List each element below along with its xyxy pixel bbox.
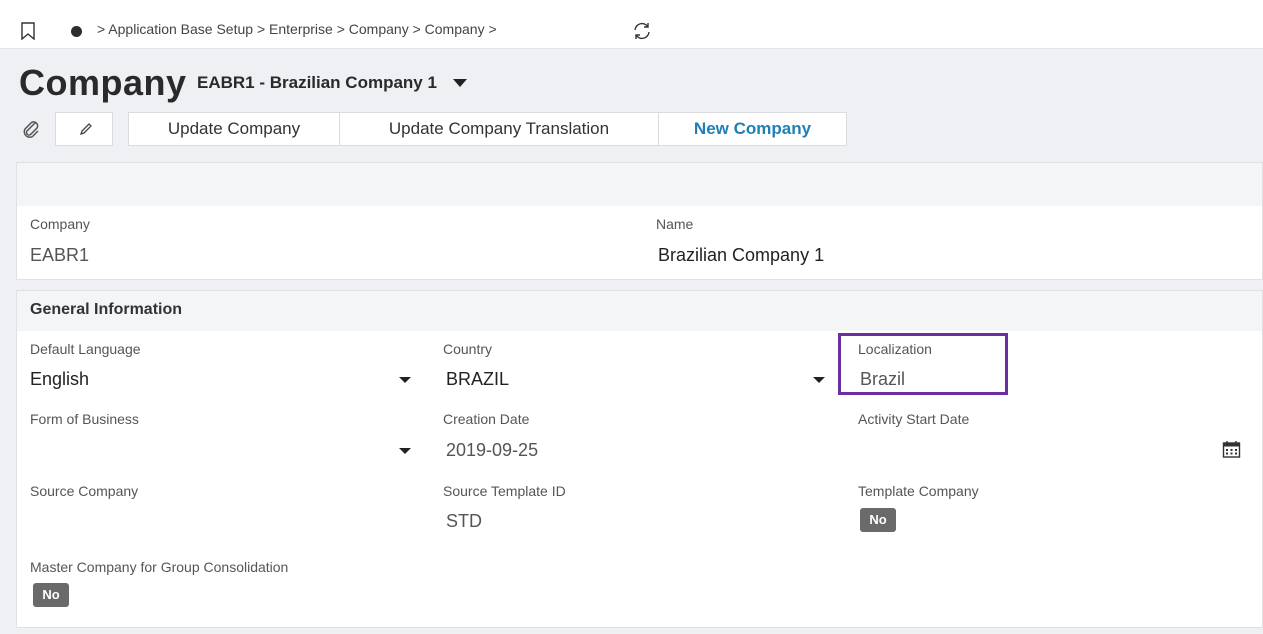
default-language-label: Default Language xyxy=(30,341,141,357)
creation-date-label: Creation Date xyxy=(443,411,530,427)
country-label: Country xyxy=(443,341,493,357)
chevron-down-icon[interactable] xyxy=(399,377,411,383)
refresh-icon[interactable] xyxy=(631,21,653,41)
country-select[interactable]: BRAZIL xyxy=(446,369,509,390)
name-value: Brazilian Company 1 xyxy=(658,245,825,265)
page-title: Company xyxy=(19,62,187,103)
breadcrumb[interactable]: > Application Base Setup > Enterprise > … xyxy=(97,21,497,37)
default-language-select[interactable]: English xyxy=(30,369,89,390)
bookmark-icon[interactable] xyxy=(20,22,36,40)
new-company-button[interactable]: New Company xyxy=(659,113,846,145)
pencil-icon xyxy=(79,123,92,136)
source-template-id-label: Source Template ID xyxy=(443,483,566,499)
localization-highlight xyxy=(838,333,1008,395)
name-label: Name xyxy=(656,216,694,232)
section-title: General Information xyxy=(30,301,183,318)
form-of-business-label: Form of Business xyxy=(30,411,139,427)
creation-date-value: 2019-09-25 xyxy=(446,440,539,460)
company-value: EABR1 xyxy=(30,245,90,265)
template-company-badge: No xyxy=(860,508,896,532)
chevron-down-icon[interactable] xyxy=(399,448,411,454)
master-company-label: Master Company for Group Consolidation xyxy=(30,559,289,575)
update-company-translation-button[interactable]: Update Company Translation xyxy=(340,113,659,145)
record-subtitle: EABR1 - Brazilian Company 1 xyxy=(196,73,437,92)
page-header: Company EABR1 - Brazilian Company 1 xyxy=(19,62,468,104)
general-information-panel: General Information Default Language Eng… xyxy=(16,290,1263,628)
paperclip-icon[interactable] xyxy=(20,118,42,140)
home-dot-icon[interactable] xyxy=(71,26,82,37)
company-label: Company xyxy=(30,216,90,232)
command-bar: Update Company Update Company Translatio… xyxy=(128,112,847,146)
section-header[interactable]: General Information xyxy=(17,291,1262,331)
activity-start-date-label: Activity Start Date xyxy=(858,411,970,427)
chevron-down-icon[interactable] xyxy=(453,79,468,87)
top-bar: > Application Base Setup > Enterprise > … xyxy=(0,0,1263,49)
chevron-down-icon[interactable] xyxy=(813,377,825,383)
edit-button[interactable] xyxy=(55,112,113,146)
update-company-button[interactable]: Update Company xyxy=(129,113,340,145)
calendar-icon[interactable] xyxy=(1222,440,1241,459)
source-company-label: Source Company xyxy=(30,483,139,499)
panel-header-strip xyxy=(17,163,1262,206)
record-header-panel: Company EABR1 Name Brazilian Company 1 xyxy=(16,162,1263,280)
source-template-id-value: STD xyxy=(446,511,482,531)
master-company-badge: No xyxy=(33,583,69,607)
template-company-label: Template Company xyxy=(858,483,979,499)
